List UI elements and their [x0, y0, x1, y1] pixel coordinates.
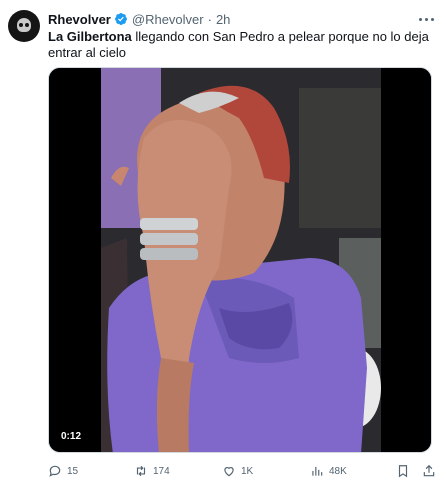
retweet-icon: [136, 465, 146, 477]
views-count: 48K: [329, 465, 347, 477]
tweet-header: Rhevolver @Rhevolver · 2h: [48, 10, 230, 28]
author-handle[interactable]: @Rhevolver: [132, 12, 204, 27]
retweet-button[interactable]: 174: [134, 462, 170, 480]
views-button[interactable]: 48K: [310, 462, 347, 480]
share-button[interactable]: [422, 462, 436, 480]
like-button[interactable]: 1K: [222, 462, 253, 480]
author-name[interactable]: Rhevolver: [48, 12, 111, 27]
tweet-text: La Gilbertona llegando con San Pedro a p…: [48, 29, 430, 61]
like-count: 1K: [241, 465, 254, 477]
heart-icon: [224, 467, 234, 477]
timestamp[interactable]: 2h: [216, 12, 230, 27]
verified-badge-icon: [114, 13, 127, 25]
video-duration: 0:12: [57, 429, 86, 444]
reply-icon: [49, 465, 61, 477]
retweet-count: 174: [153, 465, 170, 477]
more-dots-icon: [418, 17, 422, 21]
avatar[interactable]: [8, 10, 40, 42]
action-bar: 15 174 1K 48K: [0, 462, 446, 480]
bookmark-button[interactable]: [396, 462, 410, 480]
bookmark-icon: [398, 465, 408, 478]
reply-count: 15: [67, 465, 79, 477]
views-chart-icon: [312, 466, 323, 476]
video-player[interactable]: 0:12: [48, 67, 432, 453]
reply-button[interactable]: 15: [48, 462, 78, 480]
tweet-card[interactable]: Rhevolver @Rhevolver · 2h La Gilbertona …: [0, 0, 446, 488]
share-icon: [423, 464, 435, 477]
video-frame: [49, 68, 431, 452]
more-options-button[interactable]: [416, 12, 436, 26]
tweet-text-bold: La Gilbertona: [48, 29, 132, 44]
separator-dot: ·: [207, 11, 212, 27]
